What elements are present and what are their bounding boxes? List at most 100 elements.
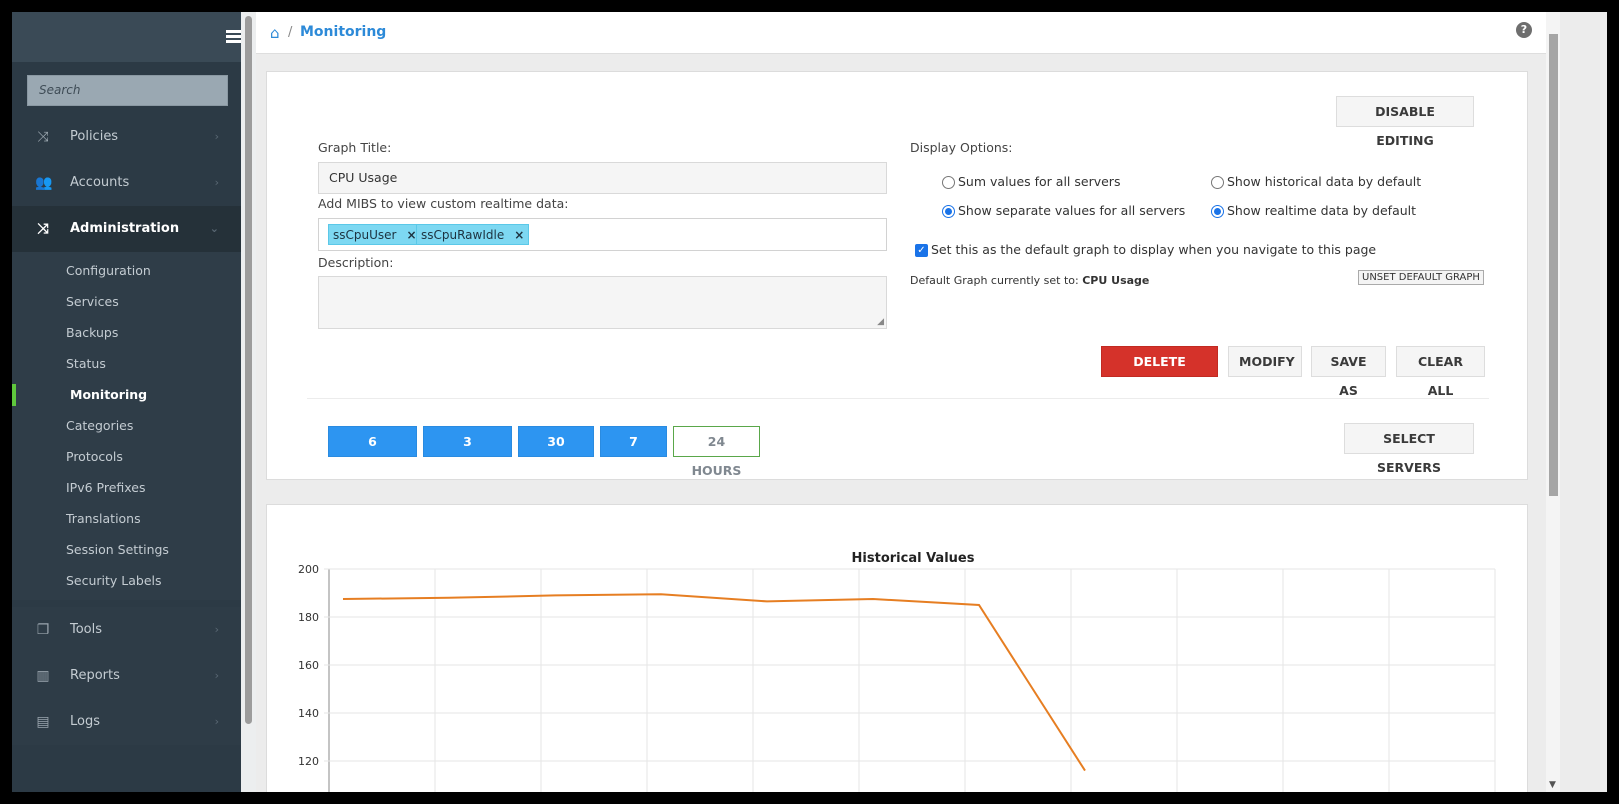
default-graph-value: CPU Usage: [1082, 274, 1150, 287]
sidebar: Search ⤨ Policies › 👥 Accounts › ⤨ Admin…: [12, 12, 256, 792]
sidebar-item-label: Reports: [70, 668, 120, 683]
home-icon[interactable]: ⌂: [270, 24, 280, 42]
sidebar-subitem-protocols[interactable]: Protocols: [12, 441, 241, 472]
y-tick-label: 160: [298, 659, 319, 672]
users-icon: 👥: [35, 175, 53, 191]
historical-default-radio[interactable]: [1211, 176, 1224, 189]
sidebar-nav: ⤨ Policies › 👥 Accounts › ⤨ Administrati…: [12, 114, 241, 600]
remove-tag-icon[interactable]: ×: [514, 225, 524, 245]
scrollbar-thumb[interactable]: [1549, 34, 1558, 496]
mibs-tag-input[interactable]: ssCpuUser × ssCpuRawIdle ×: [318, 218, 887, 251]
chart-panel: Historical Values 120 140 160 180 200: [266, 504, 1528, 792]
sidebar-subitem-configuration[interactable]: Configuration: [12, 255, 241, 286]
sidebar-scrollbar[interactable]: [241, 12, 256, 792]
sidebar-header: [12, 12, 256, 62]
sidebar-item-reports[interactable]: ▥ Reports ›: [12, 653, 241, 699]
sidebar-item-label: Administration: [70, 221, 180, 236]
sidebar-subitem-backups[interactable]: Backups: [12, 317, 241, 348]
main-content: ⌂ / Monitoring ? DISABLE EDITING Graph T…: [256, 12, 1607, 792]
help-icon[interactable]: ?: [1516, 22, 1532, 38]
realtime-default-radio[interactable]: [1211, 205, 1224, 218]
sidebar-item-logs[interactable]: ▤ Logs ›: [12, 699, 241, 745]
chevron-down-icon: ⌄: [209, 222, 219, 235]
range-7-days-button[interactable]: 7 DAYS: [600, 426, 667, 478]
series-line: [342, 593, 1086, 772]
chevron-right-icon: ›: [214, 130, 219, 143]
y-tick-label: 120: [298, 755, 319, 768]
sidebar-subitem-monitoring[interactable]: Monitoring: [12, 379, 241, 410]
sidebar-subitem-services[interactable]: Services: [12, 286, 241, 317]
copy-icon: ❐: [36, 622, 50, 638]
mibs-label: Add MIBS to view custom realtime data:: [318, 196, 569, 211]
default-graph-checkbox-label: Set this as the default graph to display…: [931, 242, 1377, 257]
sidebar-item-administration[interactable]: ⤨ Administration ⌄: [12, 206, 241, 252]
shuffle-icon: ⤨: [37, 221, 49, 237]
sidebar-item-label: Logs: [70, 714, 100, 729]
bar-chart-icon: ▥: [36, 668, 50, 684]
sidebar-submenu: Configuration Services Backups Status Mo…: [12, 252, 241, 600]
disable-editing-button[interactable]: DISABLE EDITING: [1336, 96, 1474, 148]
resize-grip-icon[interactable]: ◢: [877, 317, 884, 327]
sum-values-radio[interactable]: [942, 176, 955, 189]
sidebar-subitem-session-settings[interactable]: Session Settings: [12, 534, 241, 565]
menu-icon[interactable]: [226, 30, 242, 44]
range-6-months-button[interactable]: 6 MONTHS: [328, 426, 417, 478]
sidebar-item-accounts[interactable]: 👥 Accounts ›: [12, 160, 241, 206]
y-tick-label: 200: [298, 563, 319, 576]
y-tick-label: 180: [298, 611, 319, 624]
range-3-months-button[interactable]: 3 MONTHS: [423, 426, 512, 478]
graph-title-input[interactable]: CPU Usage: [318, 162, 887, 194]
sidebar-item-policies[interactable]: ⤨ Policies ›: [12, 114, 241, 160]
y-tick-label: 140: [298, 707, 319, 720]
scroll-down-icon[interactable]: ▼: [1549, 780, 1556, 790]
sidebar-lower-nav: ❐ Tools › ▥ Reports › ▤ Logs ›: [12, 607, 241, 745]
separate-values-label: Show separate values for all servers: [958, 203, 1186, 218]
sum-values-label: Sum values for all servers: [958, 174, 1121, 189]
mib-tag-label: ssCpuUser: [333, 228, 397, 242]
sidebar-search-input[interactable]: Search: [27, 75, 228, 106]
chevron-right-icon: ›: [214, 669, 219, 682]
description-textarea[interactable]: ◢: [318, 276, 887, 329]
description-label: Description:: [318, 255, 394, 270]
default-graph-checkbox[interactable]: ✓: [915, 244, 928, 257]
unset-default-graph-button[interactable]: UNSET DEFAULT GRAPH: [1358, 270, 1484, 285]
sidebar-subitem-translations[interactable]: Translations: [12, 503, 241, 534]
sidebar-subitem-security-labels[interactable]: Security Labels: [12, 565, 241, 596]
sidebar-item-label: Tools: [70, 622, 103, 637]
chevron-right-icon: ›: [214, 176, 219, 189]
line-chart: 120 140 160 180 200: [298, 563, 1496, 792]
shuffle-icon: ⤨: [37, 129, 49, 145]
default-graph-prefix: Default Graph currently set to:: [910, 274, 1079, 287]
clear-all-button[interactable]: CLEAR ALL: [1396, 346, 1485, 398]
select-servers-button[interactable]: SELECT SERVERS: [1344, 423, 1474, 475]
display-options-label: Display Options:: [910, 140, 1013, 155]
sidebar-item-label: Accounts: [70, 175, 130, 190]
default-graph-status: Default Graph currently set to: CPU Usag…: [910, 274, 1149, 287]
graph-editor-panel: DISABLE EDITING Graph Title: CPU Usage A…: [266, 71, 1528, 480]
realtime-default-label: Show realtime data by default: [1227, 203, 1417, 218]
document-icon: ▤: [36, 714, 50, 730]
separate-values-radio[interactable]: [942, 205, 955, 218]
save-as-button[interactable]: SAVE AS: [1311, 346, 1386, 398]
mib-tag[interactable]: ssCpuRawIdle ×: [416, 224, 530, 245]
sidebar-subitem-categories[interactable]: Categories: [12, 410, 241, 441]
sidebar-item-label: Policies: [70, 129, 119, 144]
mib-tag[interactable]: ssCpuUser ×: [328, 224, 422, 245]
mib-tag-label: ssCpuRawIdle: [421, 228, 505, 242]
main-scrollbar[interactable]: ▼: [1546, 12, 1560, 792]
sidebar-item-tools[interactable]: ❐ Tools ›: [12, 607, 241, 653]
graph-title-label: Graph Title:: [318, 140, 392, 155]
range-24-hours-button[interactable]: 24 HOURS: [673, 426, 760, 478]
chevron-right-icon: ›: [214, 715, 219, 728]
historical-default-label: Show historical data by default: [1227, 174, 1422, 189]
sidebar-subitem-ipv6-prefixes[interactable]: IPv6 Prefixes: [12, 472, 241, 503]
breadcrumb-separator: /: [288, 25, 293, 40]
scrollbar-thumb[interactable]: [245, 16, 252, 724]
sidebar-subitem-status[interactable]: Status: [12, 348, 241, 379]
page-title: Monitoring: [300, 24, 387, 40]
delete-graph-button[interactable]: DELETE GRAPH: [1101, 346, 1218, 398]
chevron-right-icon: ›: [214, 623, 219, 636]
topbar: ⌂ / Monitoring ?: [256, 12, 1546, 54]
range-30-days-button[interactable]: 30 DAYS: [518, 426, 594, 478]
modify-button[interactable]: MODIFY: [1228, 346, 1302, 377]
